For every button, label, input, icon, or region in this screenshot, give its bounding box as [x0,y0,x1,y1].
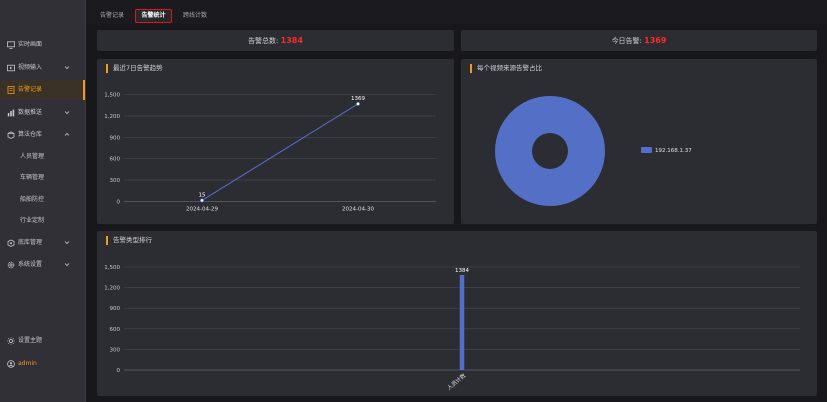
tab-line-crossing-count[interactable]: 跨线计数 [178,9,212,23]
chevron-up-icon [64,132,70,136]
total-alarm-stat: 告警总数: 1384 [97,30,454,51]
sidebar-item-label: 视频输入 [18,64,43,71]
y-tick-label: 300 [110,347,121,353]
trend-chart-panel: 最近7日告警趋势 0 300 600 900 1,200 1,500 2024-04-29 2… [97,59,454,224]
chevron-down-icon [64,241,70,245]
chevron-down-icon [64,111,70,115]
trend-data-label: 1369 [351,96,365,102]
pie-slice [495,95,605,207]
today-alarm-value: 1369 [644,36,667,45]
sidebar-item-alarm-record[interactable]: 告警记录 [0,80,85,100]
bar-data-label: 1384 [455,268,469,274]
y-tick-label: 0 [117,200,121,206]
x-tick-label: 2024-04-29 [186,207,218,213]
video-input-icon [7,64,15,72]
type-bar-chart: 0 300 600 900 1,200 1,500 1384 人员计数 [104,265,800,392]
sidebar-item-label: 算法仓库 [18,131,43,138]
x-tick-label: 2024-04-30 [342,207,374,213]
sidebar-item-vehicle[interactable]: 车辆管理 [0,168,85,188]
total-alarm-value: 1384 [280,36,303,45]
x-tick-label: 人员计数 [445,371,467,392]
today-alarm-label: 今日告警: [611,37,642,45]
monitor-icon [7,41,15,49]
y-tick-label: 1,500 [104,265,120,271]
sidebar-item-data-push[interactable]: 数据推送 [0,103,85,123]
trend-point [200,198,204,203]
trend-series-line [201,103,359,201]
sidebar-item-person[interactable]: 人员管理 [0,147,85,167]
user-menu[interactable]: admin [0,354,85,374]
bar [459,274,465,370]
source-chart-panel: 每个视频来源告警占比 192.168.1.37 [461,59,817,224]
sidebar-item-realtime[interactable]: 实时画面 [0,35,85,55]
top-tab-bar: 告警记录 告警统计 跨线计数 [86,0,827,24]
algorithm-icon [7,131,15,139]
user-icon [7,360,15,368]
settings-icon [7,261,15,269]
y-tick-label: 1,200 [104,114,120,120]
y-tick-label: 900 [110,135,121,141]
gallery-icon [7,239,15,247]
sun-icon [7,337,15,345]
sidebar-item-label: 船舶防控 [20,196,45,203]
sidebar-item-label: 数据推送 [18,109,43,116]
username-label: admin [18,360,37,367]
sidebar-item-label: 系统设置 [18,261,43,268]
theme-setting-label: 设置主题 [18,337,43,344]
alarm-record-icon [7,86,15,94]
sidebar-item-label: 行业定制 [20,217,45,224]
y-tick-label: 1,200 [104,286,120,292]
total-alarm-card: 告警总数: 1384 [97,30,454,51]
today-alarm-card: 今日告警: 1369 [461,30,817,51]
y-tick-label: 600 [110,327,121,333]
sidebar-item-label: 实时画面 [18,41,43,48]
y-tick-label: 600 [110,157,121,163]
sidebar-item-video-input[interactable]: 视频输入 [0,58,85,78]
trend-data-label: 15 [199,192,206,198]
sidebar-item-label: 告警记录 [18,86,43,93]
legend-swatch [641,147,652,153]
chevron-down-icon [64,263,70,267]
y-tick-label: 1,500 [104,93,120,99]
y-tick-label: 300 [110,178,121,184]
chevron-down-icon [64,66,70,70]
today-alarm-stat: 今日告警: 1369 [461,30,817,51]
total-alarm-label: 告警总数: [248,37,279,45]
sidebar-item-algorithm[interactable]: 算法仓库 [0,125,85,145]
sidebar-item-ship[interactable]: 船舶防控 [0,190,85,210]
source-pie-chart: 192.168.1.37 [495,95,692,207]
sidebar-item-gallery[interactable]: 底库管理 [0,233,85,253]
sidebar-item-label: 车辆管理 [20,174,45,181]
tab-alarm-statistics[interactable]: 告警统计 [135,9,172,23]
sidebar-item-label: 人员管理 [20,153,45,160]
sidebar-item-industry[interactable]: 行业定制 [0,211,85,231]
trend-chart: 0 300 600 900 1,200 1,500 2024-04-29 2024-04-30… [104,93,436,213]
sidebar-item-settings[interactable]: 系统设置 [0,255,85,275]
trend-point [356,101,360,106]
legend-label: 192.168.1.37 [655,148,692,154]
y-tick-label: 900 [110,306,121,312]
sidebar: 实时画面 视频输入 告警记录 数据推送 算法仓库 人员管理 车辆管理 船舶防控 … [0,0,86,402]
data-push-icon [7,109,15,117]
type-chart-panel: 告警类型排行 0 300 600 900 1,200 1,500 1384 人员计数 [97,231,817,396]
y-tick-label: 0 [117,368,121,374]
theme-setting-button[interactable]: 设置主题 [0,331,85,351]
tab-alarm-record[interactable]: 告警记录 [95,9,129,23]
sidebar-item-label: 底库管理 [18,239,43,246]
